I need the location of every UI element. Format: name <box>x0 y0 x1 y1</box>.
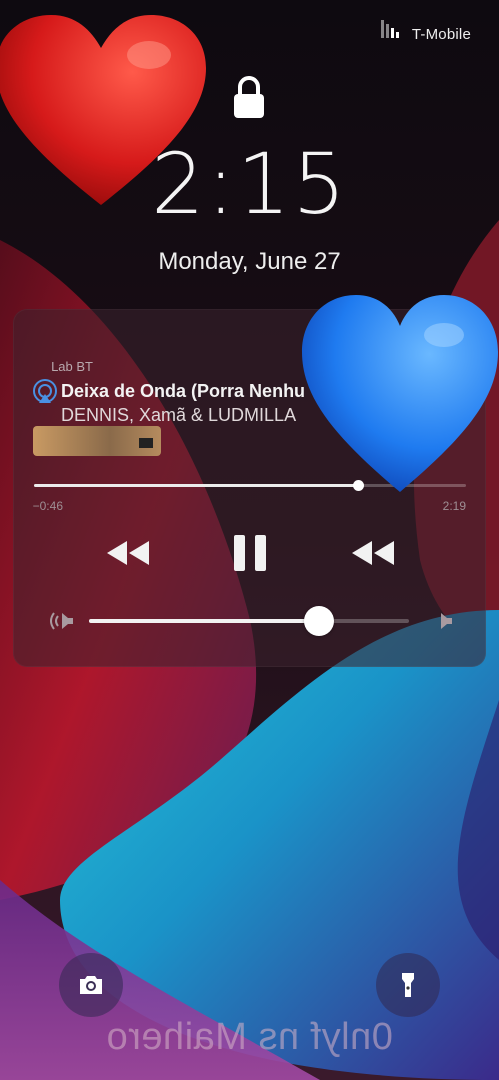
song-title: Deixa de Onda (Porra Nenhuma) <box>61 381 306 401</box>
elapsed-time: 2:19 <box>442 499 466 513</box>
red-heart-emoji <box>0 15 206 205</box>
lock-date: Monday, June 27 <box>158 248 341 275</box>
song-artist: DENNIS, Xamã & LUDMILLA <box>61 405 297 425</box>
blue-heart-emoji <box>302 295 498 492</box>
carrier-label: T-Mobile <box>411 26 471 43</box>
watermark-caption: 0nlyf ns Maihero <box>106 1016 393 1058</box>
remaining-time: −0:46 <box>33 499 64 513</box>
output-source: Lab BT <box>51 359 93 374</box>
